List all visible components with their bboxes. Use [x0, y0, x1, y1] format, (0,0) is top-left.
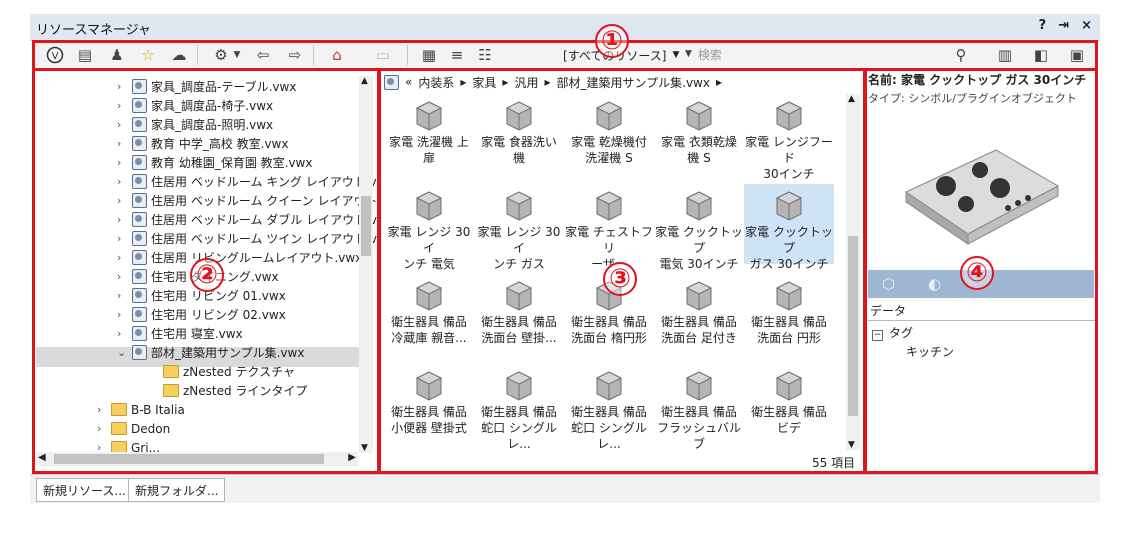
- help-button[interactable]: ?: [1039, 18, 1047, 33]
- title-bar: リソースマネージャ ? ⇥ ×: [30, 14, 1100, 41]
- annotation-number-2: ②: [190, 258, 224, 292]
- annotation-number-3: ③: [603, 262, 637, 296]
- new-folder-button[interactable]: 新規フォルダ...: [128, 478, 226, 502]
- annotation-number-1: ①: [595, 24, 629, 58]
- new-resource-button[interactable]: 新規リソース...: [36, 478, 133, 502]
- close-button[interactable]: ×: [1081, 18, 1092, 33]
- annotation-number-4: ④: [960, 256, 994, 290]
- pin-button[interactable]: ⇥: [1058, 18, 1069, 33]
- bottom-bar: 新規リソース... 新規フォルダ...: [30, 474, 1100, 503]
- window-title: リソースマネージャ: [36, 23, 152, 38]
- annotation-frame-toolbar: [32, 40, 1098, 71]
